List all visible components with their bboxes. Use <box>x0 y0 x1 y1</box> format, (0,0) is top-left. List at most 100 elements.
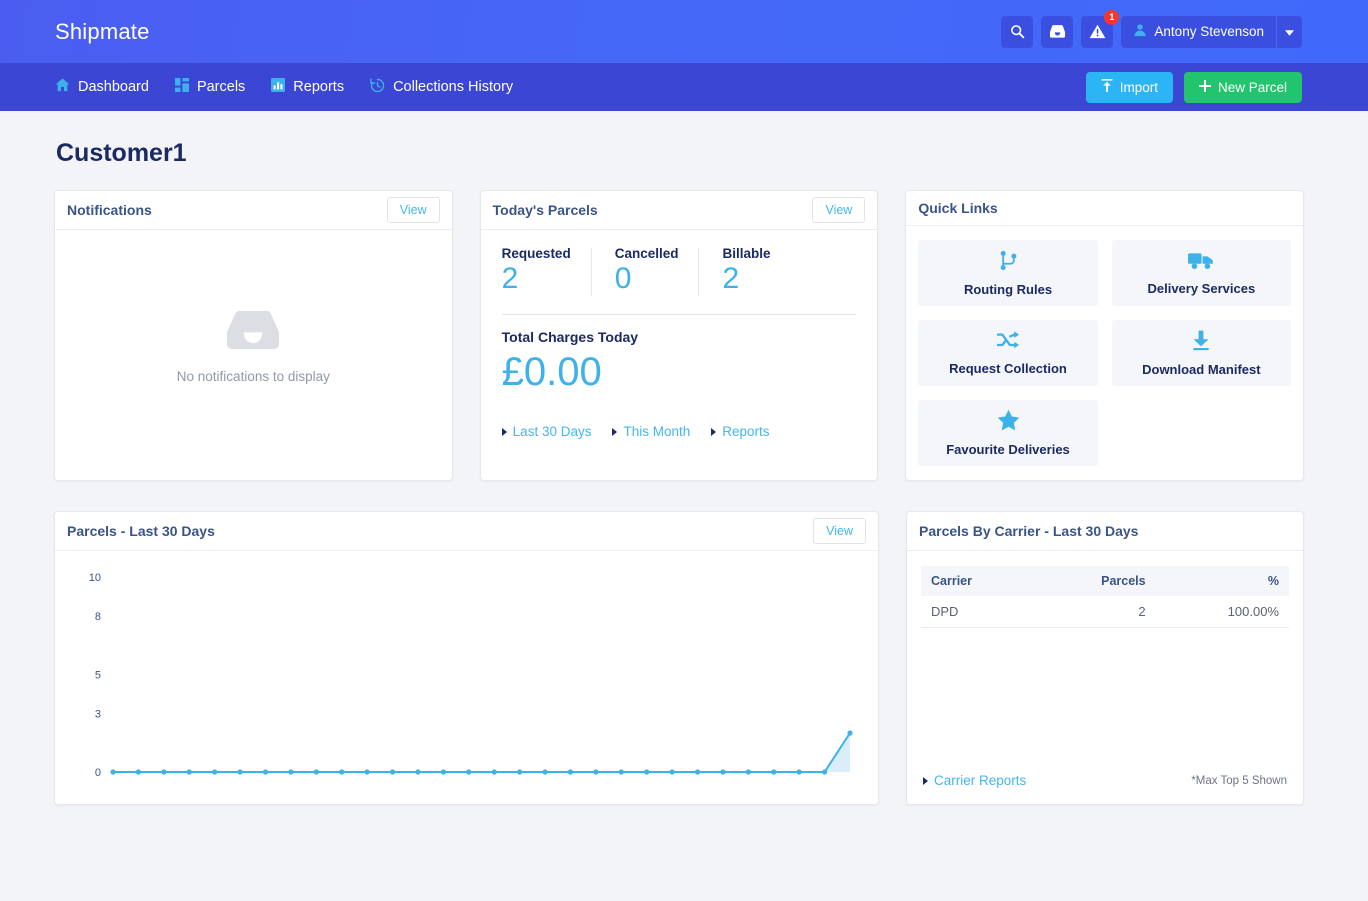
quick-link-favourite-deliveries[interactable]: Favourite Deliveries <box>918 400 1098 466</box>
todays-parcels-links: Last 30 Days This Month Reports <box>501 424 857 439</box>
link-last-30-days[interactable]: Last 30 Days <box>501 424 591 439</box>
quick-link-delivery-services[interactable]: Delivery Services <box>1111 240 1292 306</box>
column-header-parcels: Parcels <box>1035 566 1156 596</box>
main-nav: Dashboard Parcels Reports Collections Hi… <box>0 63 1368 111</box>
truck-icon <box>1188 251 1214 275</box>
chart-point[interactable] <box>542 769 548 775</box>
nav-label: Collections History <box>393 79 514 95</box>
notifications-body: No notifications to display <box>55 230 452 480</box>
nav-label: Parcels <box>196 79 246 95</box>
chart-point[interactable] <box>491 769 497 775</box>
chart-point[interactable] <box>847 730 853 736</box>
user-dropdown-toggle[interactable] <box>1276 15 1302 48</box>
alert-count-badge: 1 <box>1104 9 1120 25</box>
chart-point[interactable] <box>720 769 726 775</box>
warning-triangle-icon <box>1089 24 1106 39</box>
carrier-note: *Max Top 5 Shown <box>1191 774 1287 787</box>
quick-link-download-manifest[interactable]: Download Manifest <box>1111 320 1292 386</box>
chart-point[interactable] <box>796 769 802 775</box>
empty-state-text: No notifications to display <box>176 369 330 384</box>
chart-point[interactable] <box>339 769 345 775</box>
chart-point[interactable] <box>212 769 218 775</box>
quick-link-label: Delivery Services <box>1147 280 1256 296</box>
card-header: Parcels By Carrier - Last 30 Days <box>907 512 1303 551</box>
stat-label: Cancelled <box>614 246 679 261</box>
carrier-title: Parcels By Carrier - Last 30 Days <box>919 523 1139 539</box>
user-button[interactable]: Antony Stevenson <box>1121 15 1276 48</box>
chart-point[interactable] <box>669 769 675 775</box>
nav-item-parcels[interactable]: Parcels <box>174 78 246 96</box>
chart-point[interactable] <box>466 769 472 775</box>
nav-item-collections-history[interactable]: Collections History <box>370 78 513 97</box>
todays-parcels-view-button[interactable]: View <box>812 197 866 223</box>
chart-point[interactable] <box>415 769 421 775</box>
todays-parcels-title: Today's Parcels <box>492 202 598 218</box>
chart-point[interactable] <box>186 769 192 775</box>
stat-label: Billable <box>722 246 771 261</box>
y-axis-tick-label: 5 <box>95 670 101 682</box>
new-parcel-button[interactable]: New Parcel <box>1183 71 1302 103</box>
chart-point[interactable] <box>644 769 650 775</box>
todays-parcels-body: Requested 2 Cancelled 0 Billable 2 Total… <box>481 230 878 480</box>
search-button[interactable] <box>1001 15 1034 48</box>
link-this-month[interactable]: This Month <box>612 424 690 439</box>
carrier-table: Carrier Parcels % DPD 2 100.00% <box>921 566 1289 628</box>
star-icon <box>997 409 1020 436</box>
chart-point[interactable] <box>593 769 599 775</box>
chart-point[interactable] <box>313 769 319 775</box>
notifications-view-button[interactable]: View <box>386 197 440 223</box>
table-head: Carrier Parcels % <box>921 566 1289 596</box>
y-axis-tick-label: 3 <box>95 709 101 721</box>
chart-point[interactable] <box>517 769 523 775</box>
parcels-chart-view-button[interactable]: View <box>813 518 866 544</box>
chart-point[interactable] <box>389 769 396 775</box>
nav-item-dashboard[interactable]: Dashboard <box>55 78 149 96</box>
quick-link-request-collection[interactable]: Request Collection <box>918 320 1098 386</box>
inbox-button[interactable] <box>1041 15 1074 48</box>
stat-billable: Billable 2 <box>698 246 790 296</box>
chart-point[interactable] <box>288 769 294 775</box>
chart-point[interactable] <box>618 769 624 775</box>
chart-point[interactable] <box>237 769 243 775</box>
carrier-reports-link[interactable]: Carrier Reports <box>923 773 1026 788</box>
chart-point[interactable] <box>135 769 142 775</box>
chart-point[interactable] <box>567 769 574 775</box>
quick-link-routing-rules[interactable]: Routing Rules <box>918 240 1098 306</box>
chart-point[interactable] <box>110 769 116 775</box>
chart-point[interactable] <box>821 769 828 775</box>
stat-value: 0 <box>614 262 632 295</box>
carrier-footer: Carrier Reports *Max Top 5 Shown <box>921 773 1289 804</box>
table-body: DPD 2 100.00% <box>921 596 1289 628</box>
link-label: Reports <box>722 424 770 439</box>
chart-point[interactable] <box>440 769 446 775</box>
chart-point[interactable] <box>771 769 777 775</box>
import-button[interactable]: Import <box>1085 71 1173 103</box>
chart-point[interactable] <box>694 769 701 775</box>
bar-chart-icon <box>271 78 286 96</box>
nav-label: Reports <box>293 79 345 95</box>
total-charges-label: Total Charges Today <box>501 329 639 345</box>
chart-point[interactable] <box>364 769 370 775</box>
brand-logo[interactable]: Shipmate <box>55 19 150 45</box>
upload-icon <box>1101 79 1113 95</box>
carrier-reports-label: Carrier Reports <box>934 773 1027 788</box>
y-axis-tick-label: 10 <box>89 572 101 584</box>
cell-percent: 100.00% <box>1155 596 1289 628</box>
chart-point[interactable] <box>161 769 167 775</box>
grid-icon <box>174 78 189 96</box>
top-bar: Shipmate 1 Antony Stevenson <box>0 0 1368 63</box>
divider <box>501 314 857 315</box>
code-branch-icon <box>998 250 1019 276</box>
user-menu: Antony Stevenson <box>1121 15 1302 48</box>
alerts-button[interactable]: 1 <box>1081 9 1120 48</box>
chart-point[interactable] <box>262 769 269 775</box>
stat-cancelled: Cancelled 0 <box>590 246 699 296</box>
table-header-row: Carrier Parcels % <box>921 566 1289 596</box>
chart-point[interactable] <box>745 769 751 775</box>
link-reports[interactable]: Reports <box>711 424 770 439</box>
page-title: Customer1 <box>56 139 187 167</box>
quick-link-label: Routing Rules <box>963 281 1053 297</box>
nav-item-reports[interactable]: Reports <box>271 78 344 96</box>
table-row: DPD 2 100.00% <box>921 596 1289 628</box>
new-parcel-label: New Parcel <box>1217 79 1287 95</box>
